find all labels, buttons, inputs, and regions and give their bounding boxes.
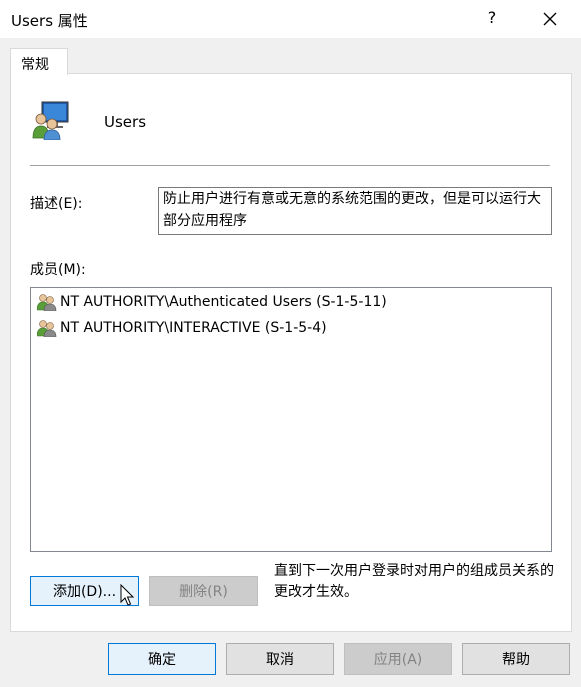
separator bbox=[30, 165, 550, 166]
title-bar: Users 属性 ? bbox=[0, 0, 581, 38]
member-name: NT AUTHORITY\Authenticated Users (S-1-5-… bbox=[60, 294, 387, 310]
remove-button[interactable]: 删除(R) bbox=[149, 576, 258, 606]
user-group-icon bbox=[37, 320, 57, 337]
description-label: 描述(E): bbox=[30, 196, 83, 212]
tab-general[interactable]: 常规 bbox=[10, 48, 68, 75]
help-button[interactable]: 帮助 bbox=[462, 643, 570, 675]
description-field[interactable]: 防止用户进行有意或无意的系统范围的更改，但是可以运行大部分应用程序 bbox=[158, 187, 552, 235]
cancel-button[interactable]: 取消 bbox=[226, 643, 334, 675]
group-name: Users bbox=[104, 113, 147, 131]
members-list[interactable]: NT AUTHORITY\Authenticated Users (S-1-5-… bbox=[30, 287, 552, 552]
help-question-button[interactable]: ? bbox=[478, 8, 506, 30]
ok-button[interactable]: 确定 bbox=[108, 643, 216, 675]
apply-button[interactable]: 应用(A) bbox=[344, 643, 452, 675]
tab-general-label: 常规 bbox=[21, 57, 49, 73]
close-button[interactable] bbox=[534, 4, 566, 34]
member-name: NT AUTHORITY\INTERACTIVE (S-1-5-4) bbox=[60, 320, 327, 336]
members-label: 成员(M): bbox=[30, 262, 86, 278]
membership-note: 直到下一次用户登录时对用户的组成员关系的更改才生效。 bbox=[274, 563, 554, 600]
window-title: Users 属性 bbox=[11, 12, 88, 30]
mouse-cursor-icon bbox=[120, 584, 135, 606]
user-group-icon bbox=[37, 294, 57, 311]
user-group-icon bbox=[32, 101, 69, 140]
close-icon bbox=[543, 12, 557, 26]
